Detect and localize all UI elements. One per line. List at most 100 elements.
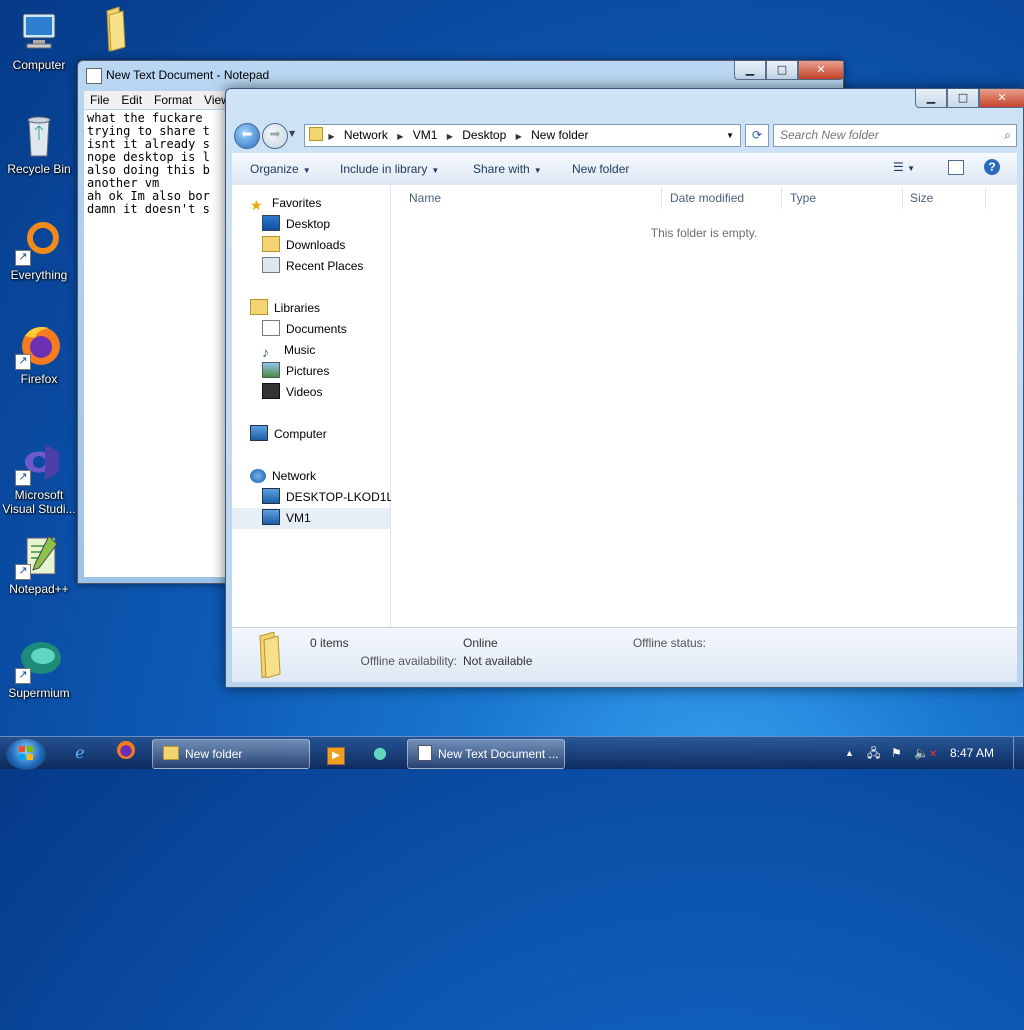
supermium-taskbar-icon[interactable]: ● [368,741,392,765]
address-row: ⬅ ➡ ▼ ▶ Network ▶ VM1 ▶ Desktop ▶ New fo… [232,121,1017,149]
breadcrumb-new-folder[interactable]: New folder [527,125,592,146]
windows-logo-icon [19,746,33,760]
network-computer-icon [262,488,280,504]
show-hidden-icons-button[interactable]: ▲ [845,737,854,769]
menu-file[interactable]: File [84,91,115,109]
view-options-button[interactable]: ☰ ▼ [893,160,915,174]
folder-icon [259,632,281,678]
column-divider[interactable] [902,187,903,209]
network-computer-icon [262,509,280,525]
offline-availability-label: Offline availability: [360,654,458,668]
close-button[interactable]: ✕ [979,89,1024,108]
music-icon: ♪ [262,344,269,360]
desktop-icon-recycle-bin[interactable]: Recycle Bin [1,112,77,176]
help-icon[interactable]: ? [984,159,1000,175]
maximize-button[interactable]: □ [766,61,798,80]
menu-format[interactable]: Format [148,91,198,109]
nav-desktop[interactable]: Desktop [262,214,390,235]
shortcut-arrow-icon: ↗ [15,564,31,580]
search-icon: ⌕ [1004,128,1011,142]
nav-documents[interactable]: Documents [262,319,390,340]
desktop-icon-supermium[interactable]: ↗ Supermium [1,636,77,700]
volume-muted-icon[interactable]: 🔈✕ [914,737,937,769]
offline-availability-value: Not available [463,654,533,668]
libraries-icon [250,299,268,315]
column-divider[interactable] [661,187,662,209]
refresh-button[interactable]: ⟳ [745,124,769,147]
internet-explorer-icon[interactable]: ℯ [68,741,92,765]
desktop-icon [262,215,280,231]
desktop-icon-notepad-plus-plus[interactable]: ↗ Notepad++ [1,532,77,596]
desktop-icon-label: Supermium [8,686,70,700]
action-center-flag-icon[interactable]: ⚑ [891,737,902,769]
minimize-button[interactable]: ▁ [915,89,947,108]
notepad-title: New Text Document - Notepad [106,68,270,82]
command-bar: Organize ▼ Include in library ▼ Share with… [232,153,1017,186]
show-desktop-button[interactable] [1013,737,1024,769]
breadcrumb-desktop[interactable]: Desktop [458,125,510,146]
file-list[interactable]: Name Date modified Type Size This folder… [391,185,1017,627]
nav-network[interactable]: Network [250,466,390,487]
share-with-button[interactable]: Share with ▼ [473,162,542,176]
start-button[interactable] [6,738,46,770]
taskbar-notepad-button[interactable]: New Text Document ... [407,739,565,769]
network-tray-icon[interactable]: 🖧 [867,737,880,769]
column-header-date-modified[interactable]: Date modified [670,191,744,205]
taskbar-explorer-button[interactable]: New folder [152,739,310,769]
column-divider[interactable] [985,187,986,209]
offline-status-label: Offline status: [632,636,706,650]
recent-pages-dropdown[interactable]: ▼ [289,129,295,138]
empty-folder-message: This folder is empty. [650,226,758,240]
forward-button[interactable]: ➡ [262,123,288,149]
folder-icon [309,127,323,141]
clock[interactable]: 8:47 AM [950,737,994,769]
column-divider[interactable] [781,187,782,209]
search-input[interactable] [774,127,992,143]
address-dropdown-icon[interactable]: ▼ [726,125,734,146]
shortcut-arrow-icon: ↗ [15,470,31,486]
recent-places-icon [262,257,280,273]
firefox-taskbar-icon[interactable] [114,741,138,765]
nav-computer[interactable]: Computer [250,424,390,445]
nav-music[interactable]: ♪ Music [262,340,390,361]
preview-pane-button[interactable] [948,160,964,175]
nav-recent-places[interactable]: Recent Places [262,256,390,277]
back-button[interactable]: ⬅ [234,123,260,149]
include-in-library-button[interactable]: Include in library ▼ [340,162,439,176]
taskbar: ℯ New folder ▶ ● New Text Document ... ▲… [0,736,1024,770]
dropdown-arrow-icon: ▼ [431,166,440,175]
desktop-icon-computer[interactable]: Computer [1,8,77,72]
notepad-plus-plus-icon: ↗ [15,532,63,580]
nav-favorites[interactable]: ★ Favorites [250,193,390,214]
firefox-icon: ↗ [15,322,63,370]
nav-pictures[interactable]: Pictures [262,361,390,382]
media-player-icon[interactable]: ▶ [324,741,348,765]
chevron-right-icon: ▶ [397,132,404,141]
nav-downloads[interactable]: Downloads [262,235,390,256]
desktop-icon-everything[interactable]: ↗ Everything [1,218,77,282]
nav-videos[interactable]: Videos [262,382,390,403]
minimize-button[interactable]: ▁ [734,61,766,80]
close-button[interactable]: ✕ [798,61,844,80]
nav-libraries[interactable]: Libraries [250,298,390,319]
nav-vm1[interactable]: VM1 [232,508,390,529]
search-box[interactable]: ⌕ [773,124,1017,147]
organize-button[interactable]: Organize ▼ [250,162,311,176]
desktop-icon-visual-studio[interactable]: ↗ Microsoft Visual Studi... [1,438,77,516]
breadcrumb-network[interactable]: Network [340,125,392,146]
dropdown-arrow-icon: ▼ [533,166,542,175]
desktop-icon-label: Everything [10,268,68,282]
breadcrumb-vm1[interactable]: VM1 [409,125,442,146]
address-bar[interactable]: ▶ Network ▶ VM1 ▶ Desktop ▶ New folder ▼ [304,124,741,147]
column-header-type[interactable]: Type [790,191,816,205]
column-header-name[interactable]: Name [409,191,441,205]
explorer-window[interactable]: ▁ □ ✕ ⬅ ➡ ▼ ▶ Network ▶ VM1 ▶ Desktop ▶ … [225,88,1024,688]
column-header-size[interactable]: Size [910,191,933,205]
new-folder-button[interactable]: New folder [572,162,629,176]
maximize-button[interactable]: □ [947,89,979,108]
desktop-icon-folder[interactable] [73,5,149,55]
network-icon [250,469,266,483]
menu-edit[interactable]: Edit [115,91,148,109]
desktop-icon-firefox[interactable]: ↗ Firefox [1,322,77,386]
nav-desktop-lkod1l1[interactable]: DESKTOP-LKOD1L1 [262,487,400,508]
